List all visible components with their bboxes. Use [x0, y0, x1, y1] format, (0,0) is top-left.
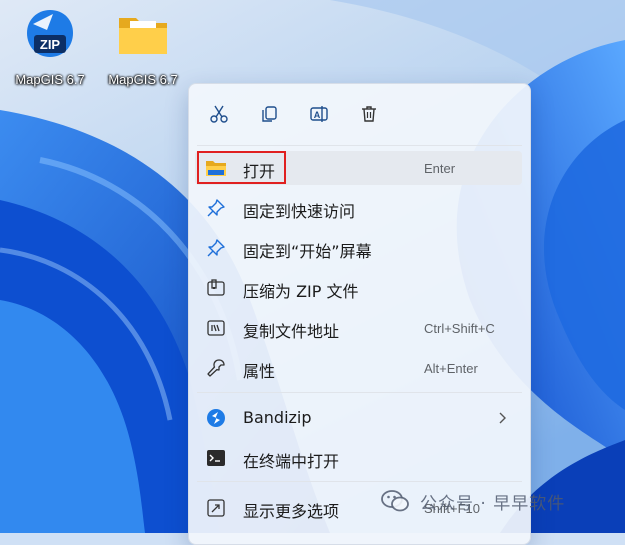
- menu-item-label: 打开: [243, 162, 276, 181]
- menu-item-label: 复制文件地址: [243, 322, 340, 341]
- watermark-text: 公众号 · 早早软件: [420, 493, 566, 514]
- menu-item-label: 属性: [243, 362, 276, 381]
- folder-icon: [205, 157, 227, 179]
- watermark: 公众号 · 早早软件: [380, 486, 565, 516]
- copy-icon: [262, 106, 277, 122]
- menu-item-label: 固定到“开始”屏幕: [243, 242, 372, 261]
- wechat-icon: [381, 490, 409, 512]
- menu-item-label: 压缩为 ZIP 文件: [243, 282, 359, 301]
- context-menu-toolbar: A: [189, 84, 530, 144]
- menu-item-label: 在终端中打开: [243, 452, 340, 471]
- menu-item-copy-path[interactable]: 复制文件地址 Ctrl+Shift+C: [195, 311, 522, 345]
- chevron-right-icon: [497, 410, 507, 429]
- menu-item-shortcut: Ctrl+Shift+C: [424, 321, 495, 336]
- terminal-icon: [205, 447, 227, 469]
- menu-item-label: Bandizip: [243, 408, 312, 427]
- cut-button[interactable]: [204, 99, 234, 129]
- menu-item-properties[interactable]: 属性 Alt+Enter: [195, 351, 522, 385]
- rename-button[interactable]: A: [304, 99, 334, 129]
- desktop-icon-folder[interactable]: MapGIS 6.7: [97, 8, 189, 87]
- pin-icon: [205, 237, 227, 259]
- menu-item-shortcut: Alt+Enter: [424, 361, 478, 376]
- copy-button[interactable]: [254, 99, 284, 129]
- desktop-icon-zip[interactable]: ZIP MapGIS 6.7: [4, 8, 96, 87]
- menu-item-label: 固定到快速访问: [243, 202, 356, 221]
- menu-separator: [197, 145, 522, 146]
- delete-button[interactable]: [354, 99, 384, 129]
- delete-icon: [362, 106, 376, 122]
- svg-text:A: A: [314, 110, 321, 120]
- menu-item-compress-zip[interactable]: 压缩为 ZIP 文件: [195, 271, 522, 305]
- menu-item-pin-quick-access[interactable]: 固定到快速访问: [195, 191, 522, 225]
- menu-item-open[interactable]: 打开 Enter: [195, 151, 522, 185]
- folder-icon: [116, 8, 170, 60]
- zip-archive-icon: [205, 277, 227, 299]
- context-menu: A 打开 Enter 固定到快速访问 固定到“开始”屏幕 压缩为 ZIP 文件 …: [188, 83, 531, 545]
- menu-item-label: 显示更多选项: [243, 502, 340, 521]
- desktop-icon-label: MapGIS 6.7: [15, 72, 85, 87]
- copy-path-icon: [205, 317, 227, 339]
- wrench-icon: [205, 357, 227, 379]
- zip-badge-text: ZIP: [40, 37, 61, 52]
- desktop-icon-label: MapGIS 6.7: [108, 72, 178, 87]
- menu-item-shortcut: Enter: [424, 161, 456, 176]
- rename-icon: A: [310, 106, 328, 122]
- menu-item-bandizip[interactable]: Bandizip: [195, 401, 522, 435]
- bandizip-zip-icon: ZIP: [23, 8, 77, 60]
- more-options-icon: [205, 497, 227, 519]
- bandizip-icon: [205, 407, 227, 429]
- menu-separator: [197, 481, 522, 482]
- menu-item-pin-start[interactable]: 固定到“开始”屏幕: [195, 231, 522, 265]
- menu-item-open-terminal[interactable]: 在终端中打开: [195, 441, 522, 475]
- menu-separator: [197, 392, 522, 393]
- pin-icon: [205, 197, 227, 219]
- cut-icon: [210, 105, 228, 123]
